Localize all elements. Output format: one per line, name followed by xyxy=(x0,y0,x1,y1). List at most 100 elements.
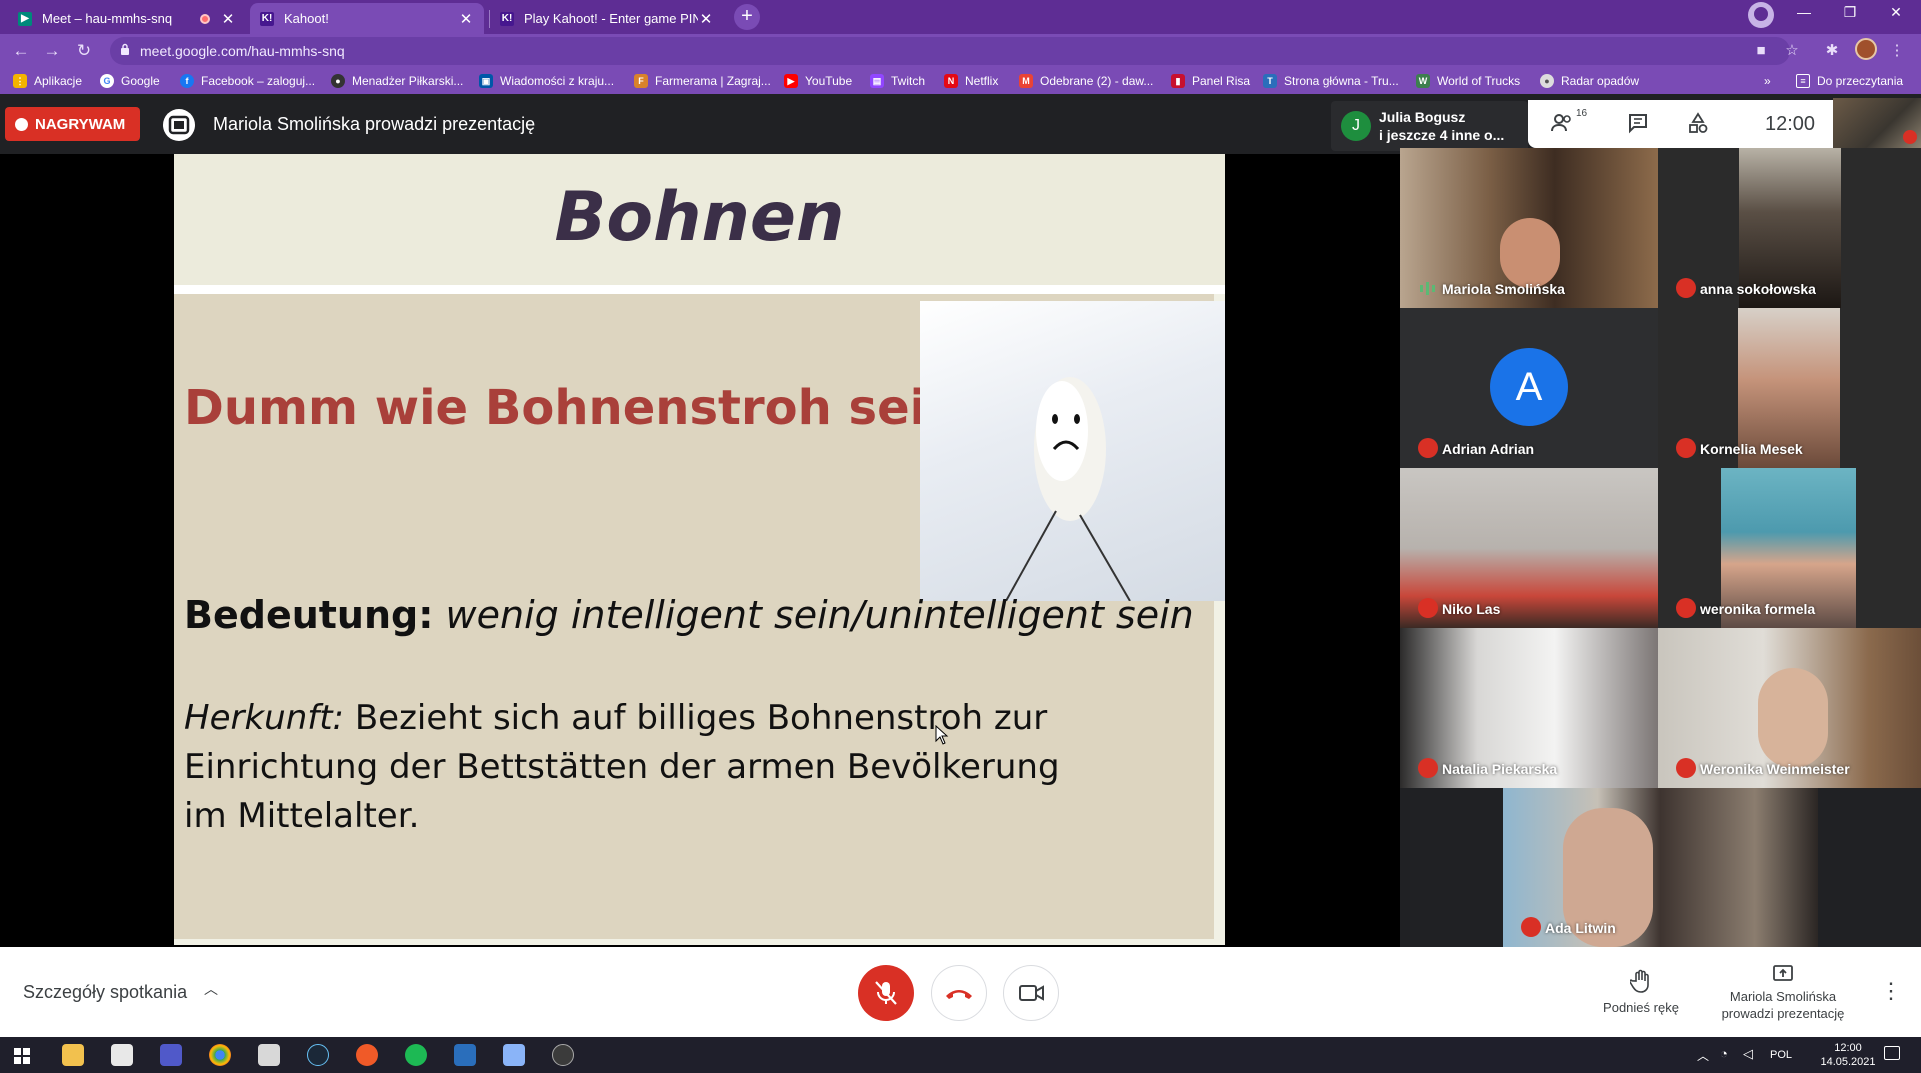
file-explorer-icon[interactable] xyxy=(62,1044,84,1066)
close-tab-icon[interactable]: ✕ xyxy=(220,10,236,28)
camera-in-use-icon[interactable]: ■ xyxy=(1751,41,1771,61)
bookmark-truckersmp[interactable]: T Strona główna - Tru... xyxy=(1263,73,1399,89)
chat-icon xyxy=(1629,114,1647,134)
bookmark-gmail[interactable]: M Odebrane (2) - daw... xyxy=(1019,73,1153,89)
tab-kahoot[interactable]: K! Kahoot! ✕ xyxy=(250,3,484,34)
reload-icon[interactable]: ↻ xyxy=(73,40,95,62)
people-button[interactable]: 16 xyxy=(1550,108,1587,136)
news-icon: ▣ xyxy=(479,74,493,88)
input-language[interactable]: POL xyxy=(1770,1049,1792,1061)
bookmark-twitch[interactable]: ▤ Twitch xyxy=(870,73,925,89)
new-tab-button[interactable]: + xyxy=(734,4,760,30)
participant-name: Mariola Smolińska xyxy=(1442,281,1565,297)
chrome-icon[interactable] xyxy=(209,1044,231,1066)
raise-hand-label[interactable]: Podnieś rękę xyxy=(1590,999,1692,1016)
bookmark-netflix[interactable]: N Netflix xyxy=(944,73,998,89)
tab-play-kahoot[interactable]: K! Play Kahoot! - Enter game PIN here! ✕ xyxy=(490,3,724,34)
meeting-details-button[interactable]: Szczegóły spotkania xyxy=(23,982,187,1003)
raise-hand-icon[interactable] xyxy=(1630,969,1652,993)
activities-button[interactable] xyxy=(1685,112,1711,136)
minimize-window-icon[interactable]: — xyxy=(1781,0,1827,26)
participant-tile[interactable]: Ada Litwin xyxy=(1503,788,1818,947)
origin-icon[interactable] xyxy=(356,1044,378,1066)
avatar: A xyxy=(1490,348,1568,426)
close-tab-icon[interactable]: ✕ xyxy=(458,10,474,28)
address-bar[interactable]: meet.google.com/hau-mmhs-snq xyxy=(110,37,1790,65)
leave-call-button[interactable] xyxy=(931,965,987,1021)
radar-icon: ● xyxy=(1540,74,1554,88)
chevron-up-icon[interactable]: ︿ xyxy=(204,979,220,997)
bookmark-label: Odebrane (2) - daw... xyxy=(1040,74,1154,88)
steam-icon[interactable] xyxy=(307,1044,329,1066)
mic-off-icon xyxy=(1418,438,1438,458)
stacked-app-icon[interactable] xyxy=(258,1044,280,1066)
world-of-trucks-icon: W xyxy=(1416,74,1430,88)
windows-start-icon[interactable] xyxy=(14,1048,30,1064)
reading-list-button[interactable]: ≡ Do przeczytania xyxy=(1796,73,1903,89)
bookmark-farmerama[interactable]: F Farmerama | Zagraj... xyxy=(634,73,771,89)
bookmark-google[interactable]: G Google xyxy=(100,73,160,89)
more-options-icon[interactable]: ⋮ xyxy=(1880,979,1902,1003)
participant-tile[interactable]: anna sokołowska xyxy=(1658,148,1921,308)
chat-button[interactable] xyxy=(1625,112,1651,136)
presenting-label[interactable]: Mariola Smolińska prowadzi prezentację xyxy=(1700,988,1866,1022)
participant-tile[interactable]: Kornelia Mesek xyxy=(1658,308,1921,468)
participant-tile[interactable]: Natalia Piekarska xyxy=(1400,628,1658,788)
bookmark-label: Twitch xyxy=(891,74,926,88)
volume-icon[interactable]: ◁ xyxy=(1743,1046,1753,1062)
extensions-icon[interactable]: ✱ xyxy=(1822,41,1842,61)
restore-window-icon[interactable]: ❐ xyxy=(1827,0,1873,26)
more-bookmarks-icon[interactable]: » xyxy=(1764,73,1771,89)
microphone-toggle-button[interactable] xyxy=(858,965,914,1021)
tray-chevron-icon[interactable]: ︿ xyxy=(1697,1047,1709,1064)
browser-menu-icon[interactable]: ⋮ xyxy=(1887,41,1907,61)
back-icon[interactable]: ← xyxy=(10,40,32,62)
youtube-icon: ▶ xyxy=(784,74,798,88)
recording-badge: NAGRYWAM xyxy=(5,107,140,141)
participant-tile[interactable]: Weronika Weinmeister xyxy=(1658,628,1921,788)
system-clock[interactable]: 12:00 14.05.2021 xyxy=(1818,1041,1878,1069)
reading-list-icon: ≡ xyxy=(1796,74,1810,88)
bookmark-star-icon[interactable]: ☆ xyxy=(1782,41,1802,61)
bookmark-label: World of Trucks xyxy=(1437,74,1521,88)
bookmark-aplikacje[interactable]: ⋮ Aplikacje xyxy=(13,73,82,89)
bookmark-radar-opadow[interactable]: ● Radar opadów xyxy=(1540,73,1639,89)
app-icon[interactable] xyxy=(503,1044,525,1066)
slide-idiom: Dumm wie Bohnenstroh sein xyxy=(184,380,961,436)
network-icon[interactable]: ◔ xyxy=(1720,1046,1728,1061)
participant-tile[interactable]: weronika formela xyxy=(1658,468,1921,628)
close-window-icon[interactable]: ✕ xyxy=(1873,0,1919,26)
netflix-icon: N xyxy=(944,74,958,88)
people-joined-card[interactable]: J Julia Bogusz i jeszcze 4 inne o... xyxy=(1331,101,1528,151)
store-icon[interactable] xyxy=(111,1044,133,1066)
notifications-icon[interactable] xyxy=(1884,1046,1900,1060)
obs-icon[interactable] xyxy=(552,1044,574,1066)
browser-profile-avatar[interactable] xyxy=(1855,38,1877,60)
origin-label: Herkunft: xyxy=(184,698,345,738)
close-tab-icon[interactable]: ✕ xyxy=(698,10,714,28)
participant-tile[interactable]: Mariola Smolińska xyxy=(1400,148,1658,308)
profile-icon[interactable] xyxy=(1748,2,1774,28)
tab-meet[interactable]: ▶ Meet – hau-mmhs-snq ✕ xyxy=(8,3,246,34)
participant-tile[interactable]: A Adrian Adrian xyxy=(1400,308,1658,468)
participant-name: weronika formela xyxy=(1700,601,1816,617)
bookmark-wiadomosci[interactable]: ▣ Wiadomości z kraju... xyxy=(479,73,614,89)
teams-icon[interactable] xyxy=(160,1044,182,1066)
bookmark-panel-risa[interactable]: ▮ Panel Risa xyxy=(1171,73,1250,89)
forward-icon[interactable]: → xyxy=(41,40,63,62)
bookmark-world-of-trucks[interactable]: W World of Trucks xyxy=(1416,73,1520,89)
participant-tile[interactable]: Niko Las xyxy=(1400,468,1658,628)
present-screen-icon[interactable] xyxy=(1772,964,1794,984)
bookmark-facebook[interactable]: f Facebook – zaloguj... xyxy=(180,73,315,89)
camera-toggle-button[interactable] xyxy=(1003,965,1059,1021)
spotify-icon[interactable] xyxy=(405,1044,427,1066)
tab-title: Meet – hau-mmhs-snq xyxy=(42,11,173,26)
browser-toolbar: ← → ↻ meet.google.com/hau-mmhs-snq ■ ☆ ✱… xyxy=(0,34,1921,68)
meaning-label: Bedeutung: xyxy=(184,593,434,637)
truckersmp-icon[interactable] xyxy=(454,1044,476,1066)
bookmark-youtube[interactable]: ▶ YouTube xyxy=(784,73,852,89)
self-view-thumbnail[interactable] xyxy=(1833,98,1921,148)
facebook-icon: f xyxy=(180,74,194,88)
hang-up-icon xyxy=(946,990,972,999)
bookmark-menadzer[interactable]: ● Menadżer Piłkarski... xyxy=(331,73,463,89)
